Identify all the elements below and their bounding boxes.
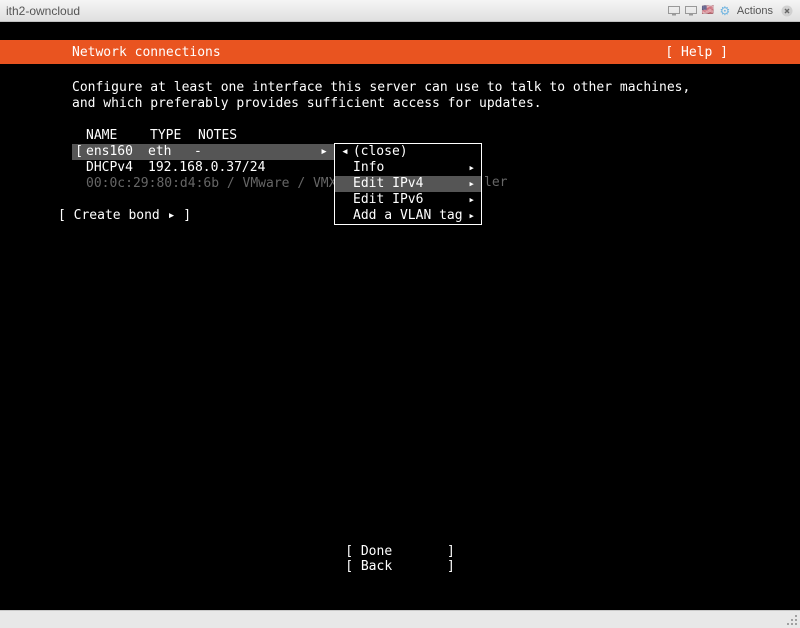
chevron-left-icon: ◂: [341, 144, 349, 160]
menu-item-close[interactable]: ◂ (close): [335, 144, 481, 160]
screen-icon[interactable]: [667, 5, 681, 17]
footer-buttons: [ Done ] [ Back ]: [0, 544, 800, 574]
screen-title: Network connections: [18, 45, 665, 60]
done-button[interactable]: [ Done ]: [0, 544, 800, 559]
titlebar-controls: 🇺🇸 ⚙ Actions: [667, 5, 794, 17]
interface-table: NAME TYPE NOTES [ ens160 eth - ▸ DHCPv4 …: [86, 128, 728, 192]
menu-item-edit-ipv4[interactable]: Edit IPv4 ▸: [335, 176, 481, 192]
menu-item-add-vlan[interactable]: Add a VLAN tag ▸: [335, 208, 481, 224]
window-title: ith2-owncloud: [6, 4, 667, 18]
body: Configure at least one interface this se…: [0, 64, 800, 610]
col-name: NAME: [86, 128, 148, 144]
gear-icon[interactable]: ⚙: [718, 5, 732, 17]
iface-notes: -: [194, 144, 320, 160]
statusbar: [0, 610, 800, 628]
chevron-right-icon: ▸: [320, 144, 334, 160]
keyboard-layout-flag-icon[interactable]: 🇺🇸: [701, 5, 715, 17]
interface-row-ens160[interactable]: [ ens160 eth - ▸: [72, 144, 334, 160]
description-text: Configure at least one interface this se…: [72, 80, 728, 112]
dhcp-label: DHCPv4: [86, 160, 148, 176]
iface-name: ens160: [86, 144, 148, 160]
vm-console-window: ith2-owncloud 🇺🇸 ⚙ Actions Network conne…: [0, 0, 800, 628]
menu-item-info[interactable]: Info ▸: [335, 160, 481, 176]
chevron-right-icon: ▸: [468, 160, 475, 176]
close-icon[interactable]: [780, 5, 794, 17]
dhcp-value: 192.168.0.37/24: [148, 160, 265, 176]
chevron-right-icon: ▸: [468, 208, 475, 224]
console-area: Network connections [ Help ] Configure a…: [0, 22, 800, 610]
resize-grip-icon[interactable]: [786, 614, 798, 626]
help-button[interactable]: [ Help ]: [665, 45, 782, 60]
menu-item-edit-ipv6[interactable]: Edit IPv6 ▸: [335, 192, 481, 208]
col-type: TYPE: [150, 128, 196, 144]
interface-context-menu: ◂ (close) Info ▸ Edit IPv4 ▸: [334, 143, 482, 225]
titlebar: ith2-owncloud 🇺🇸 ⚙ Actions: [0, 0, 800, 22]
actions-dropdown[interactable]: Actions: [737, 5, 773, 17]
screen-header: Network connections [ Help ]: [0, 40, 800, 64]
iface-type: eth: [148, 144, 194, 160]
col-notes: NOTES: [198, 128, 237, 144]
chevron-right-icon: ▸: [468, 192, 475, 208]
screen2-icon[interactable]: [684, 5, 698, 17]
chevron-right-icon: ▸: [468, 176, 475, 192]
back-button[interactable]: [ Back ]: [0, 559, 800, 574]
truncated-vendor-text: ler: [484, 175, 507, 191]
column-headers: NAME TYPE NOTES: [86, 128, 728, 144]
row-open-bracket: [: [72, 144, 86, 160]
